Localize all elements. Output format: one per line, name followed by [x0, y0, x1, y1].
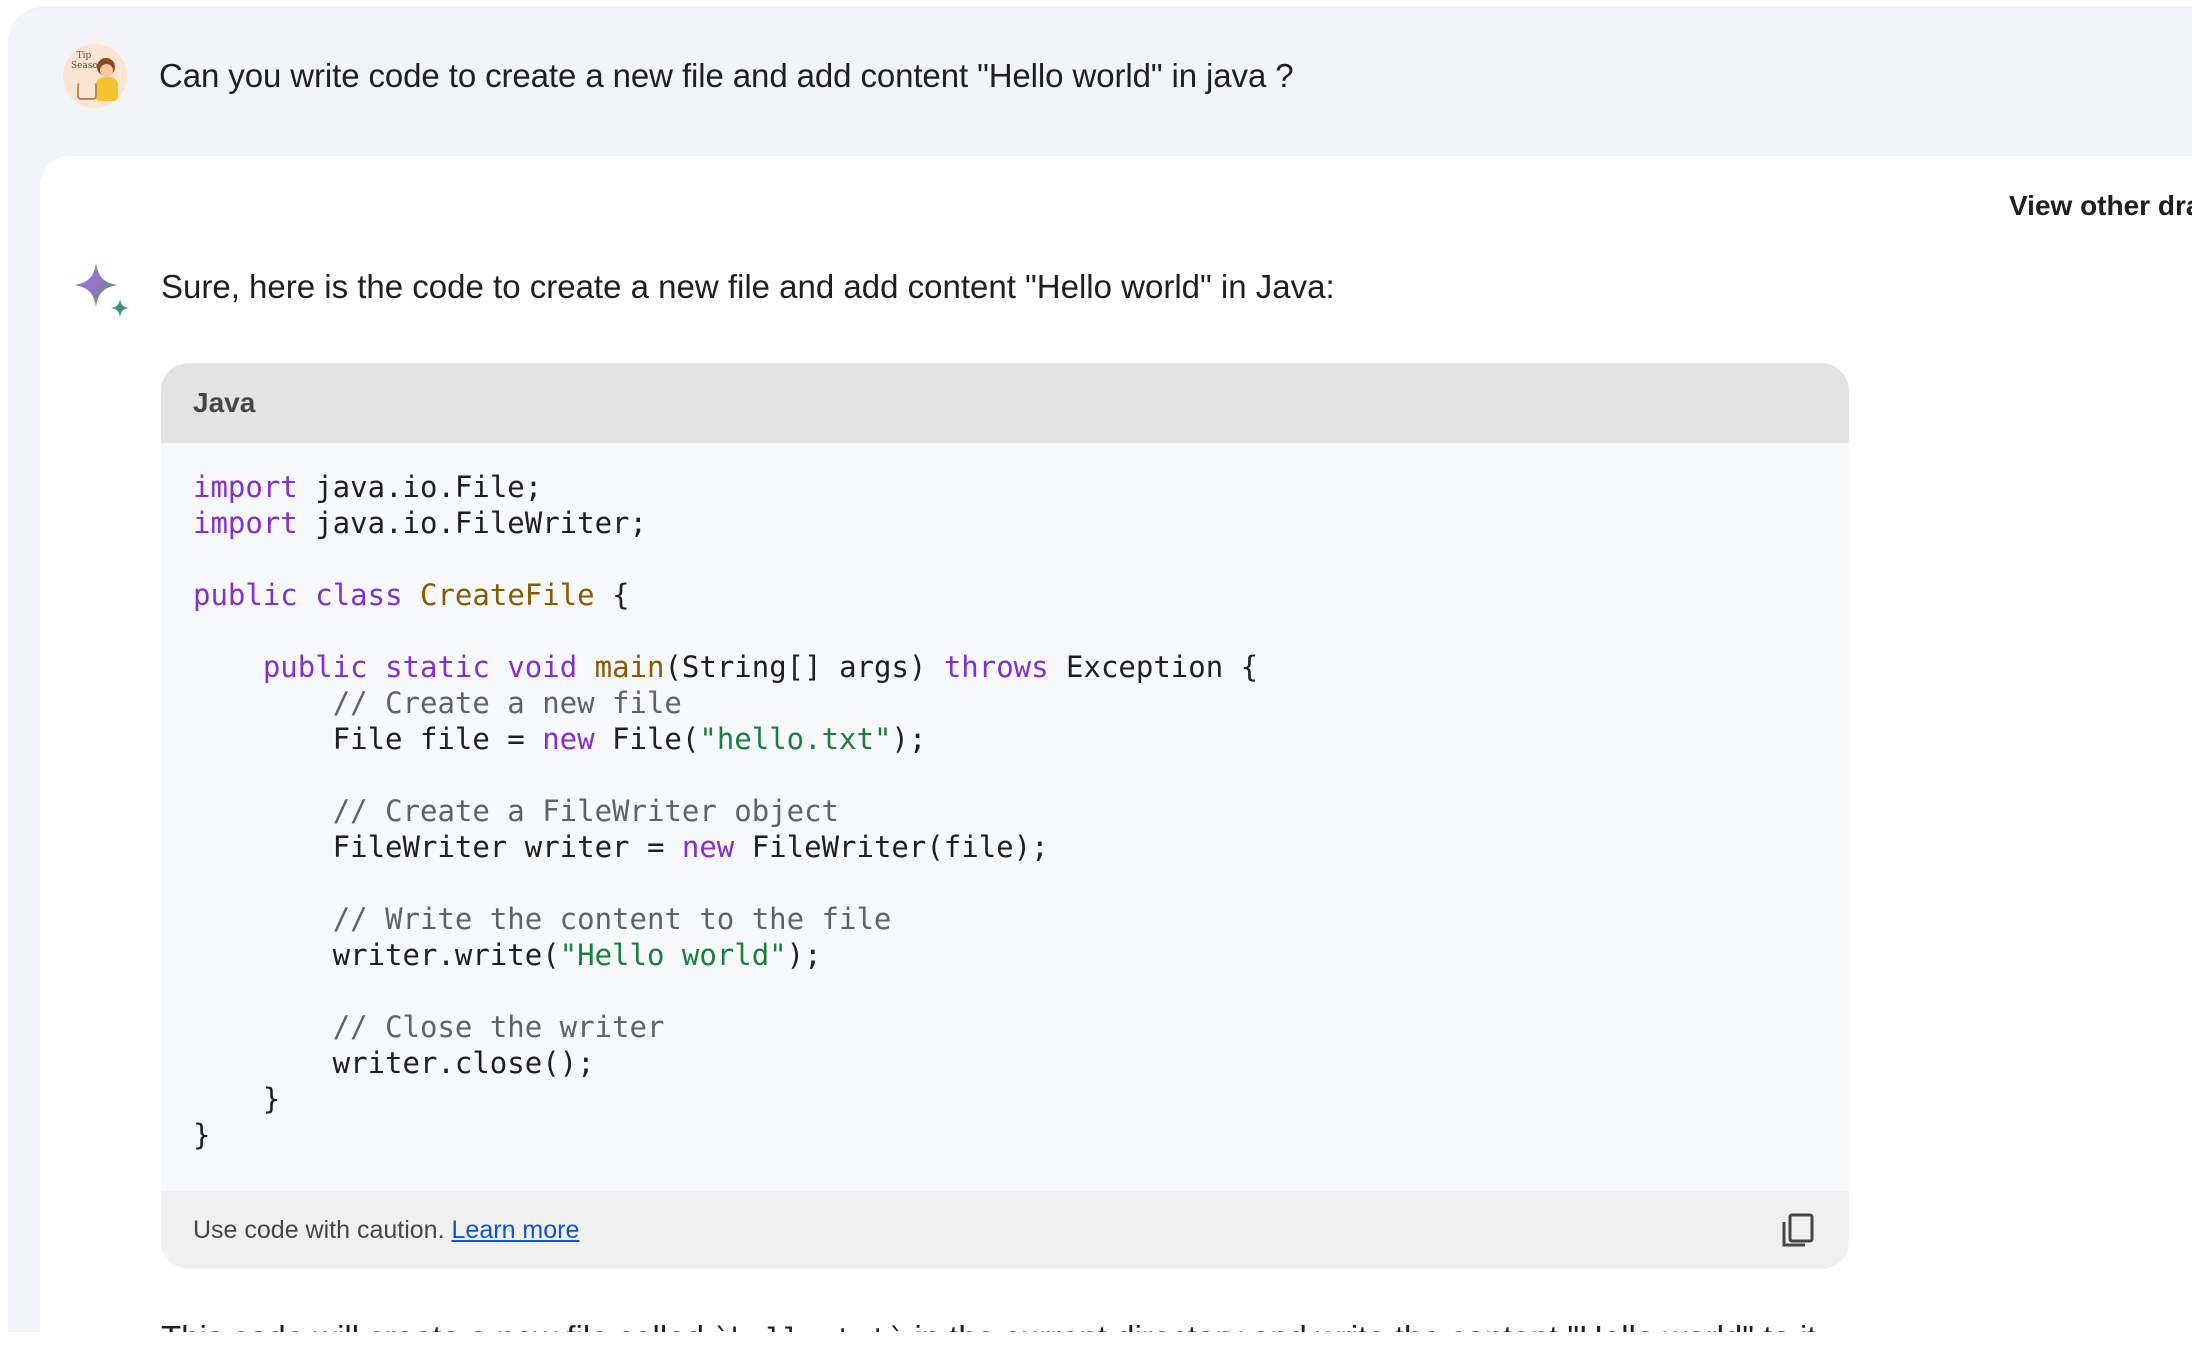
avatar-face	[100, 64, 113, 77]
gemini-sparkle-icon	[74, 263, 129, 317]
user-avatar[interactable]: Tip Season	[63, 44, 127, 108]
code-footer: Use code with caution. Learn more	[161, 1191, 1849, 1269]
code-language-label: Java	[161, 363, 1849, 443]
code-line: // Create a FileWriter object	[332, 794, 840, 828]
code-line: }	[193, 1118, 211, 1152]
code-line: }	[193, 1082, 281, 1116]
followup-text-start: This code will create a new file called	[161, 1319, 713, 1333]
avatar-cat	[77, 82, 97, 100]
code-line: FileWriter writer = new FileWriter(file)…	[193, 830, 1049, 864]
user-prompt-row: Tip Season Can you write code to create …	[63, 44, 1294, 108]
code-line: writer.close();	[193, 1046, 595, 1080]
viewport-bottom-edge	[0, 1332, 2192, 1346]
code-content[interactable]: import java.io.File; import java.io.File…	[193, 469, 1817, 1153]
view-other-drafts-button[interactable]: View other drafts	[2009, 190, 2192, 222]
code-line: public class CreateFile {	[193, 578, 630, 612]
avatar-label: Tip Season	[71, 51, 104, 71]
response-followup-text: This code will create a new file called …	[161, 1319, 1826, 1333]
user-prompt-text: Can you write code to create a new file …	[159, 57, 1294, 94]
code-line: // Write the content to the file	[332, 902, 892, 936]
learn-more-link[interactable]: Learn more	[452, 1216, 580, 1245]
caution-text: Use code with caution.	[193, 1215, 445, 1244]
followup-text-end: in the current directory and write the c…	[905, 1319, 1825, 1333]
response-card: View other drafts Sure, here is the code…	[40, 156, 2192, 1333]
response-intro-text: Sure, here is the code to create a new f…	[161, 268, 1335, 305]
conversation-container: Tip Season Can you write code to create …	[8, 7, 2192, 1333]
code-line: // Close the writer	[332, 1010, 665, 1044]
avatar-body	[96, 77, 118, 101]
code-line: import java.io.File;	[193, 470, 543, 504]
code-line: // Create a new file	[332, 686, 682, 720]
code-line: public static void main(String[] args) t…	[262, 650, 1259, 684]
copy-icon[interactable]	[1777, 1209, 1819, 1251]
code-line: File file = new File("hello.txt");	[193, 722, 927, 756]
code-line: writer.write("Hello world");	[193, 938, 822, 972]
code-block: Java import java.io.File; import java.io…	[161, 363, 1849, 1269]
code-line: import java.io.FileWriter;	[193, 506, 647, 540]
